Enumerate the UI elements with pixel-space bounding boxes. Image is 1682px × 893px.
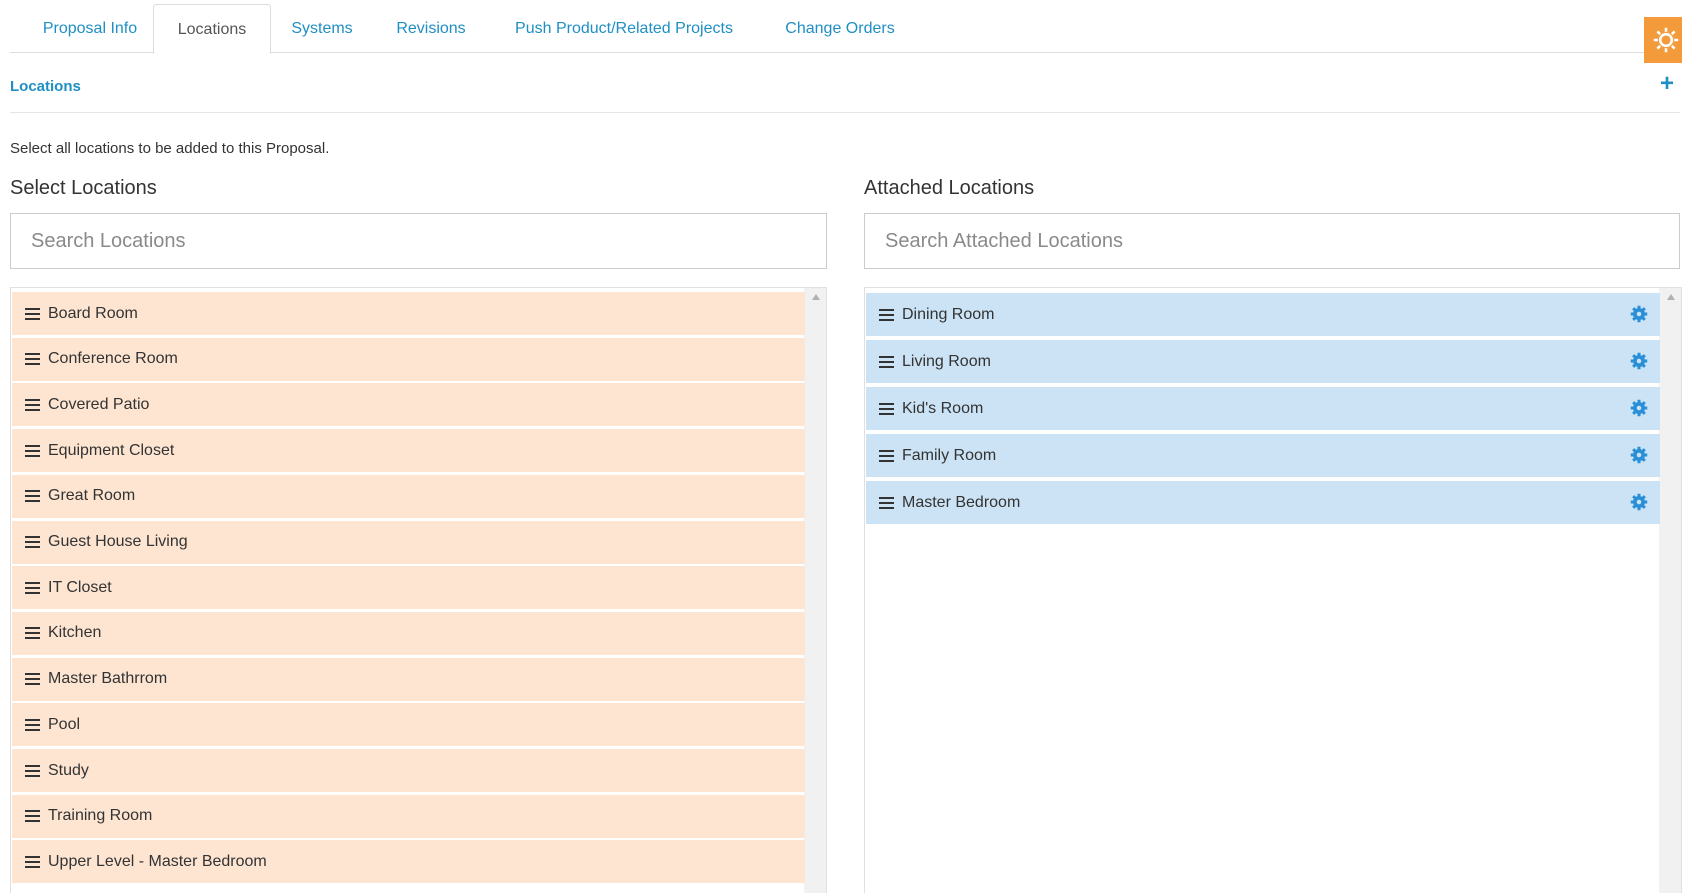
tab-locations[interactable]: Locations xyxy=(153,4,271,54)
list-item[interactable]: Covered Patio xyxy=(12,383,805,427)
section-divider xyxy=(10,112,1680,113)
hamburger-icon[interactable] xyxy=(25,305,40,323)
list-item[interactable]: Equipment Closet xyxy=(12,429,805,473)
scroll-up-arrow-icon[interactable] xyxy=(812,294,820,300)
hamburger-icon[interactable] xyxy=(25,487,40,505)
hamburger-icon[interactable] xyxy=(25,807,40,825)
list-item[interactable]: Guest House Living xyxy=(12,520,805,564)
list-item-label: Conference Room xyxy=(48,350,178,368)
list-item[interactable]: Great Room xyxy=(12,474,805,518)
list-item-label: Kid's Room xyxy=(902,399,984,417)
list-item[interactable]: Master Bedroom xyxy=(866,481,1660,524)
list-item-label: Upper Level - Master Bedroom xyxy=(48,852,267,870)
gear-icon[interactable] xyxy=(1630,493,1648,511)
hamburger-icon[interactable] xyxy=(25,853,40,871)
scrollbar[interactable] xyxy=(804,288,826,893)
gear-icon xyxy=(1653,27,1679,53)
hamburger-icon[interactable] xyxy=(25,533,40,551)
attached-locations-list: Dining Room Living Room Kid's Room Family R… xyxy=(864,287,1682,893)
list-item-label: Family Room xyxy=(902,446,997,464)
list-item-label: Training Room xyxy=(48,807,153,825)
list-item[interactable]: Pool xyxy=(12,703,805,747)
list-item-label: IT Closet xyxy=(48,578,112,596)
list-item-label: Master Bedroom xyxy=(902,493,1021,511)
list-item[interactable]: Kid's Room xyxy=(866,387,1660,430)
list-item-label: Board Room xyxy=(48,304,138,322)
plus-icon: + xyxy=(1660,70,1675,97)
hamburger-icon[interactable] xyxy=(25,624,40,642)
hamburger-icon[interactable] xyxy=(25,716,40,734)
tab-bar: Proposal Info Locations Systems Revision… xyxy=(10,0,1682,54)
list-item[interactable]: Training Room xyxy=(12,794,805,838)
list-item[interactable]: Kitchen xyxy=(12,611,805,655)
tab-push-product-related-projects[interactable]: Push Product/Related Projects xyxy=(493,8,755,53)
list-item-label: Equipment Closet xyxy=(48,441,175,459)
list-item-label: Kitchen xyxy=(48,624,102,642)
list-item[interactable]: Board Room xyxy=(12,292,805,335)
list-item[interactable]: Dining Room xyxy=(866,293,1660,336)
hamburger-icon[interactable] xyxy=(25,350,40,368)
gear-icon[interactable] xyxy=(1630,446,1648,464)
list-item[interactable]: Master Bathrrom xyxy=(12,657,805,701)
hamburger-icon[interactable] xyxy=(879,447,894,465)
tab-revisions[interactable]: Revisions xyxy=(383,8,479,53)
list-item-label: Great Room xyxy=(48,487,136,505)
gear-icon[interactable] xyxy=(1630,352,1648,370)
section-title: Locations xyxy=(10,78,81,95)
list-item-label: Pool xyxy=(48,715,81,733)
settings-button[interactable] xyxy=(1644,17,1682,63)
list-item-label: Guest House Living xyxy=(48,533,188,550)
list-item[interactable]: Upper Level - Master Bedroom xyxy=(12,840,805,884)
list-item[interactable]: IT Closet xyxy=(12,566,805,610)
add-location-button[interactable]: + xyxy=(1660,72,1674,96)
list-item-label: Covered Patio xyxy=(48,395,150,413)
list-item-label: Master Bathrrom xyxy=(48,670,168,688)
scrollbar[interactable] xyxy=(1659,288,1681,893)
hamburger-icon[interactable] xyxy=(879,353,894,371)
list-item-label: Study xyxy=(48,761,89,779)
gear-icon[interactable] xyxy=(1630,305,1648,323)
hamburger-icon[interactable] xyxy=(879,494,894,512)
list-item-label: Living Room xyxy=(902,352,991,370)
select-locations-title: Select Locations xyxy=(10,177,157,199)
hamburger-icon[interactable] xyxy=(25,396,40,414)
tab-change-orders[interactable]: Change Orders xyxy=(768,8,912,53)
select-locations-list: Board Room Conference Room Covered Patio Eq… xyxy=(10,287,827,893)
hamburger-icon[interactable] xyxy=(25,670,40,688)
tab-proposal-info[interactable]: Proposal Info xyxy=(28,8,152,53)
gear-icon[interactable] xyxy=(1630,399,1648,417)
scroll-up-arrow-icon[interactable] xyxy=(1667,294,1675,300)
hamburger-icon[interactable] xyxy=(25,442,40,460)
search-attached-locations-input[interactable] xyxy=(864,213,1680,269)
list-item-label: Dining Room xyxy=(902,305,995,323)
list-item[interactable]: Study xyxy=(12,749,805,792)
attached-locations-title: Attached Locations xyxy=(864,177,1035,199)
search-locations-input[interactable] xyxy=(10,213,827,269)
list-item[interactable]: Conference Room xyxy=(12,337,805,381)
list-item[interactable]: Living Room xyxy=(866,340,1660,383)
hamburger-icon[interactable] xyxy=(879,306,894,324)
hamburger-icon[interactable] xyxy=(25,762,40,780)
hamburger-icon[interactable] xyxy=(879,400,894,418)
tab-systems[interactable]: Systems xyxy=(280,8,364,53)
instructions-text: Select all locations to be added to this… xyxy=(10,140,330,157)
hamburger-icon[interactable] xyxy=(25,579,40,597)
list-item[interactable]: Family Room xyxy=(866,434,1660,477)
